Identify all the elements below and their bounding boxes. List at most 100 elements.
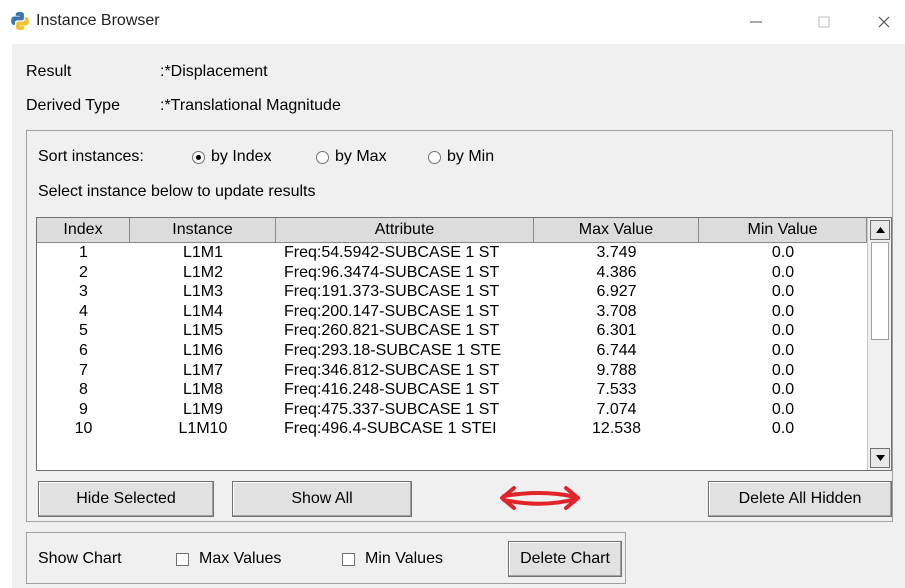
table-row[interactable]: 8 L1M8 Freq:416.248-SUBCASE 1 ST 7.533 0.0 — [37, 380, 867, 400]
cell-min-value: 0.0 — [771, 400, 795, 418]
cell-instance: L1M9 — [182, 400, 224, 418]
max-values-checkbox[interactable]: Max Values — [176, 550, 281, 568]
cell-min-value: 0.0 — [771, 263, 795, 281]
show-all-button[interactable]: Show All — [232, 481, 412, 517]
select-hint: Select instance below to update results — [38, 183, 316, 200]
table-row[interactable]: 6 L1M6 Freq:293.18-SUBCASE 1 STE 6.744 0.0 — [37, 341, 867, 361]
cell-instance: L1M5 — [182, 322, 224, 340]
cell-index: 2 — [79, 263, 88, 281]
cell-index: 5 — [79, 322, 88, 340]
checkbox-box — [176, 552, 189, 566]
table-header: Index Instance Attribute Max Value Min V… — [37, 218, 867, 243]
derived-type-value: :*Translational Magnitude — [160, 97, 341, 114]
cell-max-value: 3.708 — [596, 302, 637, 320]
cell-instance: L1M8 — [182, 381, 224, 399]
checkbox-box — [342, 552, 355, 566]
table-body: 1 L1M1 Freq:54.5942-SUBCASE 1 ST 3.749 0.0 2 L… — [37, 243, 867, 439]
title-bar: Instance Browser — [0, 0, 905, 44]
cell-attribute: Freq:293.18-SUBCASE 1 STE — [284, 341, 501, 359]
sort-label: Sort instances: — [38, 148, 144, 165]
cell-index: 10 — [74, 420, 93, 438]
radio-by-index[interactable]: by Index — [192, 148, 271, 166]
cell-instance: L1M3 — [182, 283, 224, 301]
cell-index: 9 — [79, 400, 88, 418]
cell-max-value: 7.533 — [596, 381, 637, 399]
radio-label: by Index — [211, 148, 272, 165]
cell-instance: L1M1 — [182, 244, 224, 261]
column-header-min-value[interactable]: Min Value — [699, 218, 867, 243]
cell-max-value: 6.744 — [596, 341, 637, 359]
radio-label: by Min — [447, 148, 495, 165]
cell-max-value: 6.927 — [596, 283, 637, 301]
column-header-attribute[interactable]: Attribute — [276, 218, 534, 243]
min-values-checkbox[interactable]: Min Values — [342, 550, 443, 568]
table-row[interactable]: 2 L1M2 Freq:96.3474-SUBCASE 1 ST 4.386 0.0 — [37, 263, 867, 283]
radio-dot — [316, 150, 329, 164]
result-value: :*Displacement — [160, 63, 268, 80]
cell-instance: L1M10 — [178, 420, 228, 438]
cell-min-value: 0.0 — [771, 341, 795, 359]
radio-label: by Max — [335, 148, 387, 165]
checkbox-label: Max Values — [199, 550, 282, 567]
cell-max-value: 6.301 — [596, 322, 637, 340]
result-label: Result — [26, 63, 72, 80]
arrow-up-icon — [875, 227, 885, 233]
cell-min-value: 0.0 — [771, 361, 795, 379]
cell-attribute: Freq:416.248-SUBCASE 1 ST — [284, 381, 500, 399]
cell-min-value: 0.0 — [771, 322, 795, 340]
cell-index: 1 — [79, 244, 88, 261]
table-row[interactable]: 7 L1M7 Freq:346.812-SUBCASE 1 ST 9.788 0.0 — [37, 361, 867, 381]
cell-max-value: 12.538 — [592, 420, 641, 438]
cell-attribute: Freq:260.821-SUBCASE 1 ST — [284, 322, 500, 340]
cell-max-value: 3.749 — [596, 244, 637, 261]
table-row[interactable]: 10 L1M10 Freq:496.4-SUBCASE 1 STEI 12.538 0.… — [37, 419, 867, 439]
radio-dot-selected — [192, 150, 205, 164]
cell-attribute: Freq:200.147-SUBCASE 1 ST — [284, 302, 500, 320]
cell-index: 7 — [79, 361, 88, 379]
delete-all-hidden-button[interactable]: Delete All Hidden — [708, 481, 892, 517]
cell-max-value: 4.386 — [596, 263, 637, 281]
cell-index: 3 — [79, 283, 88, 301]
scroll-thumb[interactable] — [871, 242, 889, 340]
cell-instance: L1M4 — [182, 302, 224, 320]
column-header-max-value[interactable]: Max Value — [534, 218, 699, 243]
cell-attribute: Freq:191.373-SUBCASE 1 ST — [284, 283, 500, 301]
radio-by-min[interactable]: by Min — [428, 148, 494, 166]
show-chart-label: Show Chart — [38, 550, 122, 567]
maximize-icon — [818, 16, 830, 28]
cell-max-value: 7.074 — [596, 400, 637, 418]
table-row[interactable]: 4 L1M4 Freq:200.147-SUBCASE 1 ST 3.708 0.0 — [37, 302, 867, 322]
table-row[interactable]: 9 L1M9 Freq:475.337-SUBCASE 1 ST 7.074 0.0 — [37, 400, 867, 420]
scroll-up-button[interactable] — [870, 220, 890, 240]
cell-instance: L1M2 — [182, 263, 224, 281]
radio-by-max[interactable]: by Max — [316, 148, 387, 166]
cell-attribute: Freq:475.337-SUBCASE 1 ST — [284, 400, 500, 418]
cell-instance: L1M7 — [182, 361, 224, 379]
table-row[interactable]: 3 L1M3 Freq:191.373-SUBCASE 1 ST 6.927 0.0 — [37, 282, 867, 302]
cell-index: 4 — [79, 302, 88, 320]
column-header-instance[interactable]: Instance — [130, 218, 276, 243]
checkbox-label: Min Values — [365, 550, 443, 567]
minimize-button[interactable] — [736, 8, 776, 36]
table-row[interactable]: 1 L1M1 Freq:54.5942-SUBCASE 1 ST 3.749 0.0 — [37, 243, 867, 263]
derived-type-label: Derived Type — [26, 97, 120, 114]
maximize-button[interactable] — [804, 8, 844, 36]
table-row[interactable]: 5 L1M5 Freq:260.821-SUBCASE 1 ST 6.301 0.0 — [37, 321, 867, 341]
cell-min-value: 0.0 — [771, 302, 795, 320]
arrow-down-icon — [875, 455, 885, 461]
scroll-down-button[interactable] — [870, 448, 890, 468]
cell-instance: L1M6 — [182, 341, 224, 359]
cell-attribute: Freq:96.3474-SUBCASE 1 ST — [284, 263, 500, 281]
double-arrow-annotation-icon — [500, 486, 580, 510]
minimize-icon — [750, 21, 762, 23]
delete-chart-button[interactable]: Delete Chart — [508, 541, 622, 577]
cell-min-value: 0.0 — [771, 244, 795, 261]
column-header-index[interactable]: Index — [37, 218, 130, 243]
instance-table[interactable]: Index Instance Attribute Max Value Min V… — [36, 217, 892, 471]
hide-selected-button[interactable]: Hide Selected — [38, 481, 214, 517]
cell-attribute: Freq:346.812-SUBCASE 1 ST — [284, 361, 500, 379]
close-button[interactable] — [864, 8, 904, 36]
table-scrollbar[interactable] — [867, 218, 891, 470]
cell-min-value: 0.0 — [771, 381, 795, 399]
cell-attribute: Freq:54.5942-SUBCASE 1 ST — [284, 244, 500, 261]
